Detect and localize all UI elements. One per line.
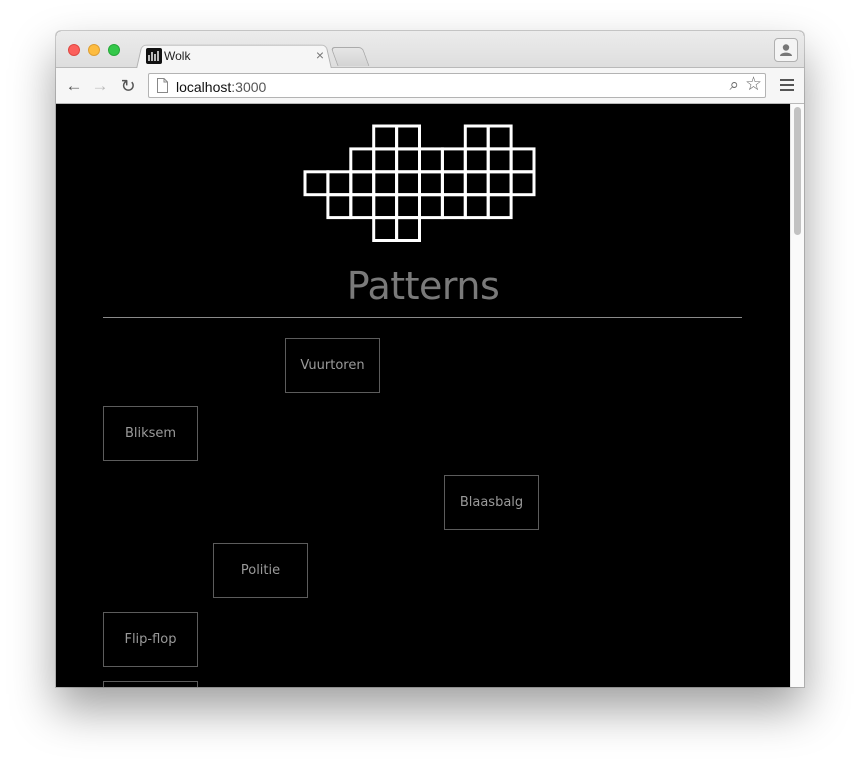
logo-cell xyxy=(463,193,490,220)
logo-cell xyxy=(372,170,399,197)
url-host: localhost xyxy=(176,79,232,95)
zoom-icon[interactable]: ⌕ xyxy=(729,75,739,95)
logo-cell xyxy=(486,147,513,174)
bookmark-star-icon[interactable]: ☆ xyxy=(745,74,762,96)
logo-cell xyxy=(395,170,422,197)
wolk-favicon-icon xyxy=(146,48,162,64)
address-bar[interactable]: localhost:3000 ⌕ ☆ xyxy=(148,73,766,98)
title-divider xyxy=(103,317,742,318)
logo-cell xyxy=(463,147,490,174)
logo-cell xyxy=(349,147,376,174)
logo-cell xyxy=(418,147,444,174)
logo-cell xyxy=(395,147,422,174)
browser-tab-content[interactable]: Wolk × xyxy=(146,45,326,67)
browser-toolbar: ← → ↻ localhost:3000 ⌕ ☆ xyxy=(56,68,804,104)
logo-cell xyxy=(303,170,330,197)
vertical-scrollbar[interactable] xyxy=(790,104,804,687)
logo-cell xyxy=(372,193,399,220)
tab-title: Wolk xyxy=(164,49,191,63)
url-port: :3000 xyxy=(231,79,267,95)
url-text[interactable]: localhost:3000 xyxy=(176,79,266,95)
title-bar: Wolk × xyxy=(56,31,804,69)
logo-cell xyxy=(326,170,353,197)
window-maximize-button[interactable] xyxy=(108,44,120,56)
forward-button[interactable]: → xyxy=(90,76,110,96)
window-minimize-button[interactable] xyxy=(88,44,100,56)
browser-window: Wolk × ← → ↻ localhost:3000 ⌕ ☆ Patterns… xyxy=(56,31,804,687)
logo-cell xyxy=(418,193,444,220)
page-icon xyxy=(157,78,168,93)
logo-cell xyxy=(395,193,422,220)
logo-cell xyxy=(463,124,490,151)
scrollbar-thumb[interactable] xyxy=(794,107,801,235)
logo-cell xyxy=(349,170,376,197)
pattern-button-partial[interactable] xyxy=(103,681,198,687)
back-button[interactable]: ← xyxy=(64,76,84,96)
logo-cell xyxy=(372,216,399,242)
logo-cell xyxy=(440,170,467,197)
profile-icon xyxy=(780,44,792,56)
logo-cell xyxy=(395,216,422,242)
pattern-button-blaasbalg[interactable]: Blaasbalg xyxy=(444,475,539,530)
logo-cell xyxy=(486,124,513,151)
tab-close-icon[interactable]: × xyxy=(316,47,324,63)
logo-cell xyxy=(463,170,490,197)
hamburger-menu-icon[interactable] xyxy=(780,79,794,92)
window-close-button[interactable] xyxy=(68,44,80,56)
logo-cell xyxy=(440,193,467,220)
page-viewport: Patterns Vuurtoren Bliksem Blaasbalg Pol… xyxy=(56,104,790,687)
pattern-button-flip-flop[interactable]: Flip-flop xyxy=(103,612,198,667)
logo-cell xyxy=(349,193,376,220)
logo-cell xyxy=(486,170,513,197)
profile-button[interactable] xyxy=(774,38,798,62)
pattern-button-politie[interactable]: Politie xyxy=(213,543,308,598)
logo-cell xyxy=(486,193,513,220)
logo-cell xyxy=(395,124,422,151)
reload-button[interactable]: ↻ xyxy=(118,76,138,96)
pattern-button-vuurtoren[interactable]: Vuurtoren xyxy=(285,338,380,393)
logo-cell xyxy=(509,147,536,174)
new-tab-button[interactable] xyxy=(330,47,370,66)
logo-cell xyxy=(418,170,444,197)
pattern-button-bliksem[interactable]: Bliksem xyxy=(103,406,198,461)
logo-cell xyxy=(326,193,353,220)
logo-cell xyxy=(440,147,467,174)
logo-cell xyxy=(372,147,399,174)
wolk-logo xyxy=(303,124,536,242)
logo-cell xyxy=(509,170,536,197)
logo-cell xyxy=(372,124,399,151)
page-title: Patterns xyxy=(346,264,500,308)
